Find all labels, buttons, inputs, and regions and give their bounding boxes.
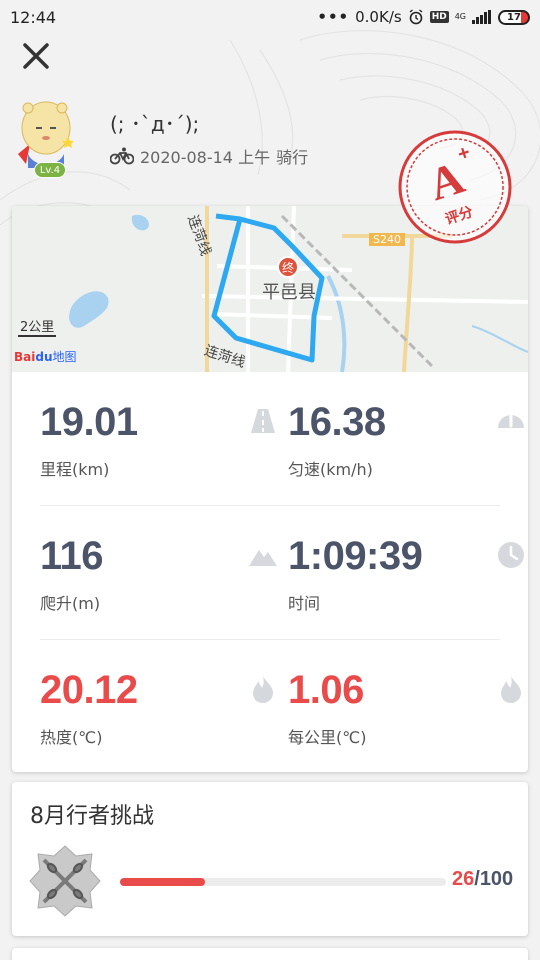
bicycle-icon bbox=[110, 147, 134, 165]
stat-label: 每公里(℃) bbox=[288, 728, 367, 747]
stat-duration: 1:09:39 时间 bbox=[288, 506, 528, 640]
network-type: 4G bbox=[454, 12, 466, 21]
stat-speed: 16.38 匀速(km/h) bbox=[288, 372, 528, 506]
mountain-icon bbox=[249, 550, 277, 566]
challenge-progress-text: 26/100 bbox=[452, 868, 513, 891]
hd-icon: HD bbox=[429, 11, 449, 23]
baidu-logo-paw: du bbox=[35, 350, 53, 364]
activity-summary-card: 连菏线 连菏线 S240 平邑县 终 2公里 Baidu地图 19.01 里程(… bbox=[12, 206, 528, 772]
grade-stamp: A + 评分 bbox=[398, 130, 512, 244]
challenge-title: 8月行者挑战 bbox=[30, 804, 154, 829]
stat-value: 20.12 bbox=[40, 668, 138, 712]
stat-value: 1.06 bbox=[288, 668, 364, 712]
flame-icon bbox=[253, 676, 273, 703]
flame-icon bbox=[501, 676, 521, 703]
chain-badge-icon bbox=[29, 845, 101, 917]
progress-total: 100 bbox=[479, 868, 514, 890]
stat-label: 匀速(km/h) bbox=[288, 460, 373, 479]
stat-value: 1:09:39 bbox=[288, 534, 423, 578]
map-scale: 2公里 bbox=[18, 316, 57, 337]
stat-value: 16.38 bbox=[288, 400, 386, 444]
road-icon bbox=[251, 409, 275, 433]
signal-icon bbox=[472, 10, 491, 24]
level-badge: Lv.4 bbox=[34, 162, 66, 178]
stat-value: 116 bbox=[40, 534, 104, 578]
battery-icon: 17 bbox=[498, 9, 530, 25]
clock-icon bbox=[498, 542, 524, 568]
stat-climb: 116 爬升(m) bbox=[40, 506, 280, 640]
activity-datetime: 2020-08-14 上午 bbox=[140, 148, 271, 167]
more-dots-icon: ••• bbox=[317, 8, 350, 26]
alarm-icon bbox=[409, 9, 423, 25]
stat-heat: 20.12 热度(℃) bbox=[40, 640, 280, 772]
user-name: (; ･`д･´); bbox=[110, 112, 200, 136]
stat-distance: 19.01 里程(km) bbox=[40, 372, 280, 506]
status-time: 12:44 bbox=[10, 7, 57, 27]
challenge-progress-bar bbox=[120, 878, 446, 886]
activity-meta: 2020-08-14 上午 骑行 bbox=[110, 144, 308, 168]
map-city-label: 平邑县 bbox=[262, 282, 316, 303]
battery-level: 17 bbox=[507, 11, 521, 23]
challenge-progress-fill bbox=[120, 878, 205, 886]
stat-label: 爬升(m) bbox=[40, 594, 101, 613]
speedometer-icon bbox=[498, 413, 524, 428]
stat-label: 时间 bbox=[288, 594, 321, 613]
baidu-logo-text: Bai bbox=[14, 350, 36, 364]
baidu-map-logo: Baidu地图 bbox=[14, 348, 77, 365]
status-indicators: ••• 0.0K/s HD 4G 17 bbox=[317, 8, 530, 26]
stats-row: 116 爬升(m) 1:09:39 时间 bbox=[12, 506, 528, 640]
stat-label: 里程(km) bbox=[40, 460, 110, 479]
stats-row: 20.12 热度(℃) 1.06 每公里(℃) bbox=[12, 640, 528, 772]
activity-type: 骑行 bbox=[276, 148, 309, 167]
stat-label: 热度(℃) bbox=[40, 728, 103, 747]
stats-grid: 19.01 里程(km) 16.38 匀速(km/h) 116 爬升(m) 1:… bbox=[12, 372, 528, 772]
stats-row: 19.01 里程(km) 16.38 匀速(km/h) bbox=[12, 372, 528, 506]
stat-heat-per-km: 1.06 每公里(℃) bbox=[288, 640, 528, 772]
progress-current: 26 bbox=[452, 868, 475, 890]
next-card bbox=[12, 948, 528, 960]
status-bar: 12:44 ••• 0.0K/s HD 4G 17 bbox=[0, 0, 540, 34]
monthly-challenge-card[interactable]: 8月行者挑战 26/100 bbox=[12, 782, 528, 936]
close-icon[interactable] bbox=[20, 40, 52, 72]
network-speed: 0.0K/s bbox=[355, 8, 402, 26]
route-end-marker: 终 bbox=[277, 256, 299, 278]
baidu-logo-suffix: 地图 bbox=[52, 350, 77, 364]
stat-value: 19.01 bbox=[40, 400, 138, 444]
